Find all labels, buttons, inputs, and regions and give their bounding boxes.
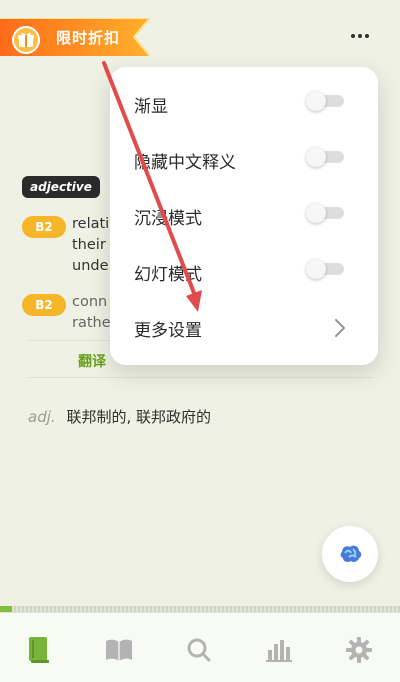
settings-popup-menu: 渐显 隐藏中文释义 沉浸模式 幻灯模式 更多设置 (110, 67, 378, 365)
toggle-knob (306, 259, 326, 279)
menu-item-hide-chinese[interactable]: 隐藏中文释义 (110, 133, 378, 189)
open-book-icon (106, 639, 132, 661)
menu-item-label: 幻灯模式 (134, 265, 202, 285)
search-icon (187, 638, 211, 662)
toggle-knob (306, 203, 326, 223)
gift-icon (12, 26, 40, 54)
discount-promo[interactable]: 限时折扣 (0, 18, 150, 56)
menu-item-label: 隐藏中文释义 (134, 153, 236, 173)
immersive-toggle[interactable] (306, 203, 344, 223)
nav-settings[interactable] (342, 633, 376, 667)
nav-stats[interactable] (262, 633, 296, 667)
translation-text: 联邦制的, 联邦政府的 (66, 408, 211, 426)
promo-label: 限时折扣 (56, 29, 121, 47)
nav-reading[interactable] (102, 633, 136, 667)
part-of-speech-badge: adjective (22, 176, 100, 198)
toggle-knob (306, 147, 326, 167)
menu-item-immersive[interactable]: 沉浸模式 (110, 189, 378, 245)
nav-search[interactable] (182, 633, 216, 667)
menu-item-fade-in[interactable]: 渐显 (110, 77, 378, 133)
translation-line: adj. 联邦制的, 联邦政府的 (28, 406, 211, 427)
fade-in-toggle[interactable] (306, 91, 344, 111)
menu-item-label: 沉浸模式 (134, 209, 202, 229)
assistant-fab[interactable] (322, 526, 378, 582)
level-badge: B2 (22, 294, 66, 316)
menu-item-label: 更多设置 (134, 321, 202, 341)
bottom-navigation (0, 612, 400, 682)
tab-translation[interactable]: 翻译 (78, 351, 106, 371)
toggle-knob (306, 91, 326, 111)
gear-icon (346, 637, 372, 663)
menu-item-slideshow[interactable]: 幻灯模式 (110, 245, 378, 301)
brain-assistant-icon (340, 545, 362, 562)
slideshow-toggle[interactable] (306, 259, 344, 279)
translation-pos: adj. (28, 408, 56, 426)
book-icon (29, 637, 49, 663)
more-dots-icon[interactable] (348, 24, 372, 48)
hide-chinese-toggle[interactable] (306, 147, 344, 167)
nav-book[interactable] (22, 633, 56, 667)
chevron-right-icon (334, 318, 346, 338)
menu-item-label: 渐显 (134, 97, 168, 117)
level-badge: B2 (22, 216, 66, 238)
stats-icon (266, 640, 292, 662)
menu-item-more-settings[interactable]: 更多设置 (110, 301, 378, 357)
